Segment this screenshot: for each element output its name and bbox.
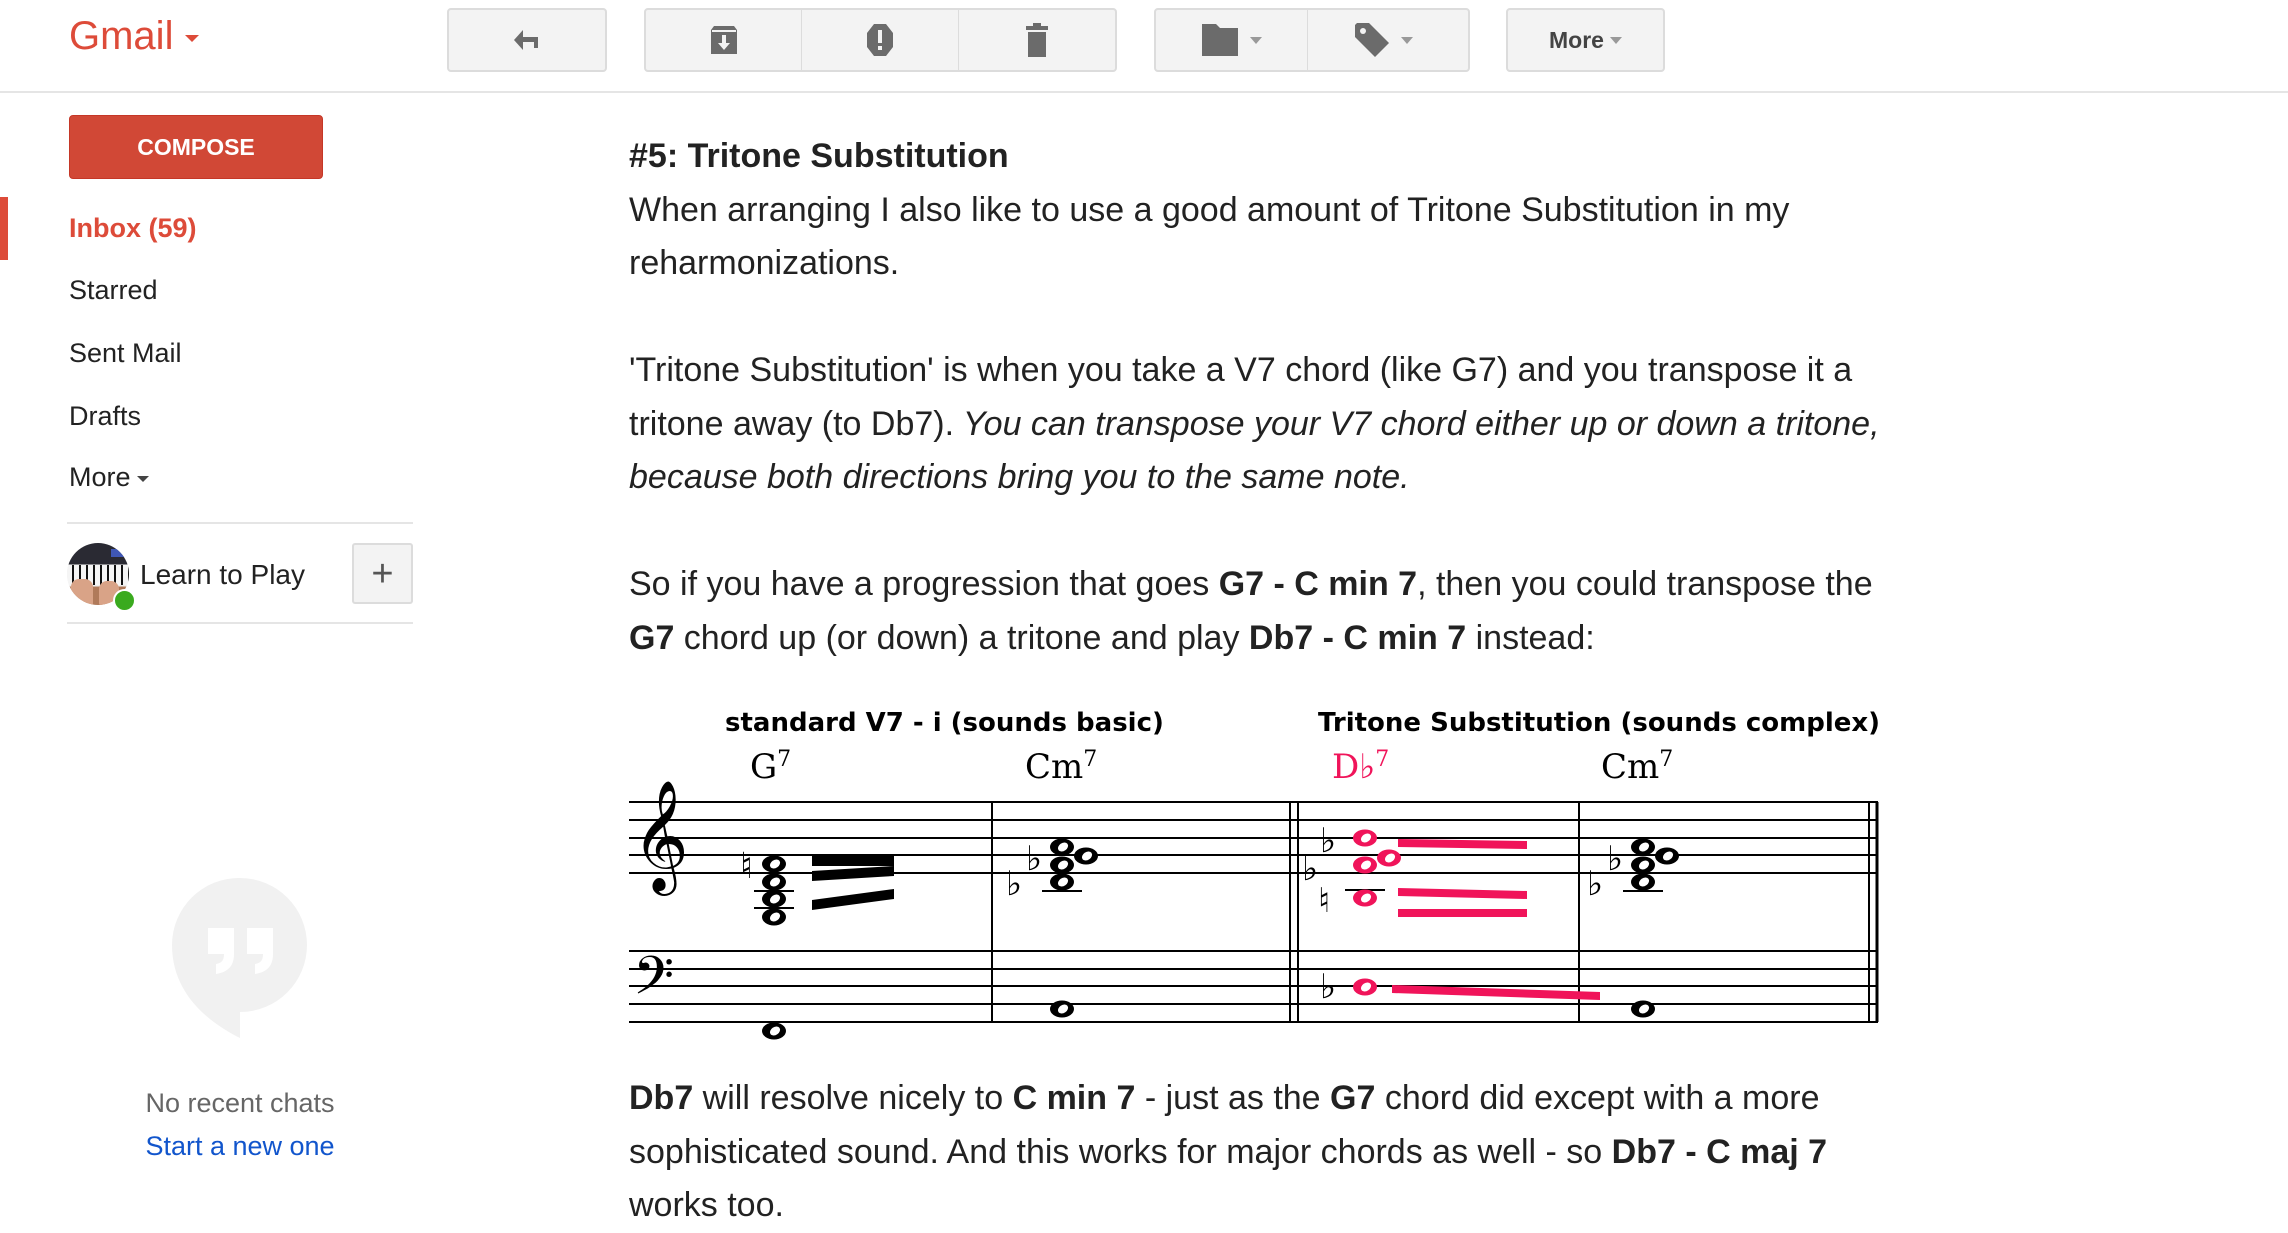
paragraph: So if you have a progression that goes G… — [629, 558, 1889, 665]
natural-sign: ♮ — [740, 846, 753, 887]
tremolo-beam — [812, 889, 894, 910]
chord-symbol: D♭7 — [1332, 747, 1389, 787]
text-run: So if you have a progression that goes — [629, 565, 1219, 603]
report-spam-icon — [866, 24, 893, 56]
flat-sign: ♭ — [1320, 821, 1336, 861]
no-recent-chats-text: No recent chats — [145, 1088, 335, 1118]
tremolo-beam — [1398, 839, 1527, 849]
move-to-button[interactable] — [1156, 10, 1308, 70]
reply-button[interactable] — [449, 10, 605, 70]
sidebar-item-starred[interactable]: Starred — [69, 275, 158, 306]
natural-sign: ♮ — [1318, 881, 1330, 921]
reply-icon — [514, 30, 538, 50]
message-body: #5: Tritone Substitution When arranging … — [629, 130, 1889, 665]
message-body-continued: Db7 will resolve nicely to C min 7 - jus… — [629, 1072, 1889, 1233]
report-spam-button[interactable] — [802, 10, 959, 70]
tremolo-beam — [1392, 985, 1600, 1000]
chevron-down-icon — [1401, 36, 1413, 44]
music-notation-image: standard V7 - i (sounds basic) Tritone S… — [629, 708, 1880, 1040]
action-group — [644, 8, 1117, 72]
bold-text: C min 7 — [1012, 1079, 1136, 1117]
section-heading: #5: Tritone Substitution — [629, 137, 1009, 175]
sidebar-item-inbox[interactable]: Inbox (59) — [69, 213, 197, 244]
flat-sign: ♭ — [1320, 967, 1336, 1007]
treble-clef: 𝄞 — [632, 779, 689, 896]
more-label: More — [1549, 26, 1604, 53]
label-icon — [1355, 23, 1389, 57]
folder-icon — [1201, 24, 1238, 56]
contact-name[interactable]: Learn to Play — [140, 559, 305, 591]
archive-icon — [710, 26, 737, 54]
chord-symbol: Cm7 — [1601, 747, 1673, 787]
paragraph: 'Tritone Substitution' is when you take … — [629, 351, 1880, 496]
text-run: works too. — [629, 1186, 784, 1224]
sidebar-divider — [67, 622, 413, 624]
flat-sign: ♭ — [1587, 864, 1603, 904]
text-run: - just as the — [1135, 1079, 1331, 1117]
delete-icon — [1025, 23, 1048, 57]
bold-text: G7 — [1330, 1079, 1376, 1117]
text-run: , then you could transpose the — [1417, 565, 1873, 603]
tremolo-beam — [812, 856, 894, 866]
gmail-menu[interactable]: Gmail — [69, 14, 200, 59]
bold-text: Db7 - C min 7 — [1248, 618, 1467, 657]
hangouts-icon — [172, 878, 307, 1038]
archive-button[interactable] — [646, 10, 803, 70]
start-new-chat-link[interactable]: Start a new one — [0, 1131, 480, 1162]
sidebar-item-sent-mail[interactable]: Sent Mail — [69, 338, 182, 369]
tremolo-beam — [812, 866, 894, 881]
sidebar-item-drafts[interactable]: Drafts — [69, 401, 141, 432]
tremolo-beam — [1398, 888, 1527, 899]
sidebar-more-label: More — [69, 462, 131, 492]
text-run: chord up (or down) a tritone and play — [674, 618, 1249, 657]
paragraph: Db7 will resolve nicely to C min 7 - jus… — [629, 1072, 1889, 1233]
text-run: instead: — [1466, 618, 1595, 657]
chord-symbol: Cm7 — [1025, 747, 1097, 787]
flat-sign: ♭ — [1302, 849, 1318, 889]
add-button[interactable]: + — [352, 543, 413, 604]
flat-sign: ♭ — [1006, 864, 1022, 904]
gmail-logo-text: Gmail — [69, 14, 174, 58]
notation-title-right: Tritone Substitution (sounds complex) — [1318, 708, 1880, 738]
more-actions-button[interactable]: More — [1508, 10, 1663, 70]
notation-title-left: standard V7 - i (sounds basic) — [725, 708, 1164, 738]
organize-group — [1154, 8, 1470, 72]
more-group: More — [1506, 8, 1665, 72]
top-bar: Gmail More — [0, 0, 2288, 93]
chevron-down-icon — [1249, 36, 1262, 44]
active-nav-indicator — [0, 197, 8, 260]
bold-text: Db7 - C maj 7 — [1611, 1132, 1828, 1171]
paragraph: When arranging I also like to use a good… — [629, 190, 1790, 283]
chevron-down-icon — [1609, 36, 1622, 44]
tremolo-beam — [1398, 909, 1527, 917]
sidebar-divider — [67, 522, 413, 524]
labels-button[interactable] — [1308, 10, 1460, 70]
chevron-down-icon — [185, 35, 200, 42]
bold-text: G7 - C min 7 — [1218, 565, 1418, 603]
flat-sign: ♭ — [1607, 839, 1623, 879]
reply-group — [447, 8, 607, 72]
online-status-icon — [113, 589, 136, 612]
sidebar-item-more[interactable]: More — [69, 462, 149, 493]
bass-clef: 𝄢 — [633, 946, 674, 1020]
text-run: will resolve nicely to — [693, 1079, 1013, 1117]
flat-sign: ♭ — [1026, 839, 1042, 879]
bold-text: G7 — [629, 618, 675, 657]
bold-text: Db7 — [629, 1079, 694, 1117]
delete-button[interactable] — [959, 10, 1115, 70]
chord-symbol: G7 — [750, 747, 791, 787]
compose-button[interactable]: COMPOSE — [69, 115, 323, 179]
chevron-down-icon — [136, 475, 149, 482]
